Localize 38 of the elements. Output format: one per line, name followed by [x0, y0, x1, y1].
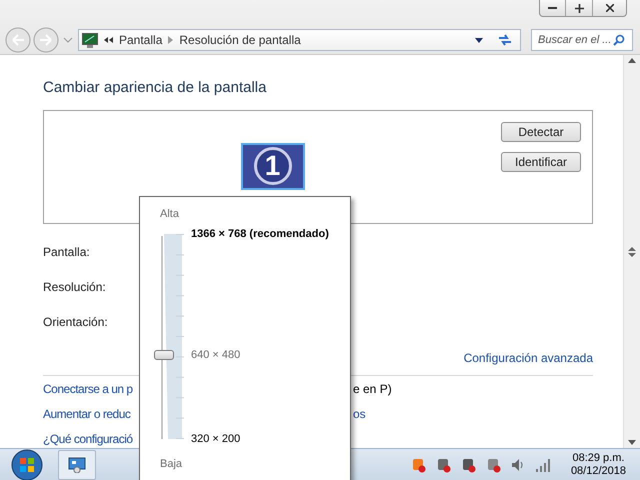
slider-thumb[interactable]	[154, 350, 174, 360]
monitor-number: 1	[254, 147, 292, 185]
monitor-tile[interactable]: 1	[240, 142, 304, 190]
field-label: Orientación:	[43, 314, 109, 328]
search-icon	[613, 34, 626, 46]
taskbar-app-button[interactable]	[58, 450, 96, 480]
window-button[interactable]: Identificar	[501, 152, 581, 172]
breadcrumb[interactable]: Resolución de pantalla	[179, 31, 301, 49]
resolution-option[interactable]: 640 × 480	[191, 348, 240, 362]
address-bar[interactable]: Pantalla Resolución de pantalla	[78, 29, 521, 51]
separator-icon	[168, 36, 174, 44]
field-label: Resolución:	[43, 278, 107, 292]
resolution-option[interactable]: 320 × 200	[191, 432, 240, 446]
settings-link[interactable]: os	[353, 404, 366, 420]
advanced-settings-link[interactable]: Configuración avanzada	[464, 348, 593, 366]
field-label: Pantalla:	[43, 244, 91, 258]
low-label: Baja	[160, 457, 182, 472]
refresh-icon[interactable]	[497, 33, 513, 47]
monitor-icon	[82, 32, 98, 48]
resolution-option[interactable]: 1366 × 768 (recomendado)	[191, 227, 329, 241]
chevron-icon	[104, 37, 113, 43]
settings-link[interactable]: Conectarse a un p	[43, 382, 133, 396]
scrollbar[interactable]	[623, 55, 640, 448]
settings-link[interactable]: Aumentar o reduc	[43, 406, 130, 420]
settings-link[interactable]: ¿Qué configuració	[43, 432, 133, 446]
scroll-thumb-icon[interactable]	[628, 246, 636, 256]
scroll-down-icon[interactable]	[628, 440, 636, 445]
page-heading: Cambiar apariencia de la pantalla	[43, 78, 268, 98]
window-button[interactable]: Detectar	[501, 122, 581, 142]
clock[interactable]: 08:29 p.m. 08/12/2018	[570, 452, 626, 478]
dropdown-icon[interactable]	[475, 38, 483, 42]
breadcrumb[interactable]: Pantalla	[119, 31, 162, 49]
signal-icon[interactable]	[534, 456, 551, 472]
display-settings-icon	[68, 456, 86, 472]
search-field[interactable]: Buscar en el ...	[531, 29, 633, 51]
scroll-up-icon[interactable]	[628, 58, 636, 63]
high-label: Alta	[160, 207, 179, 222]
link-hint: e en P)	[353, 380, 392, 394]
